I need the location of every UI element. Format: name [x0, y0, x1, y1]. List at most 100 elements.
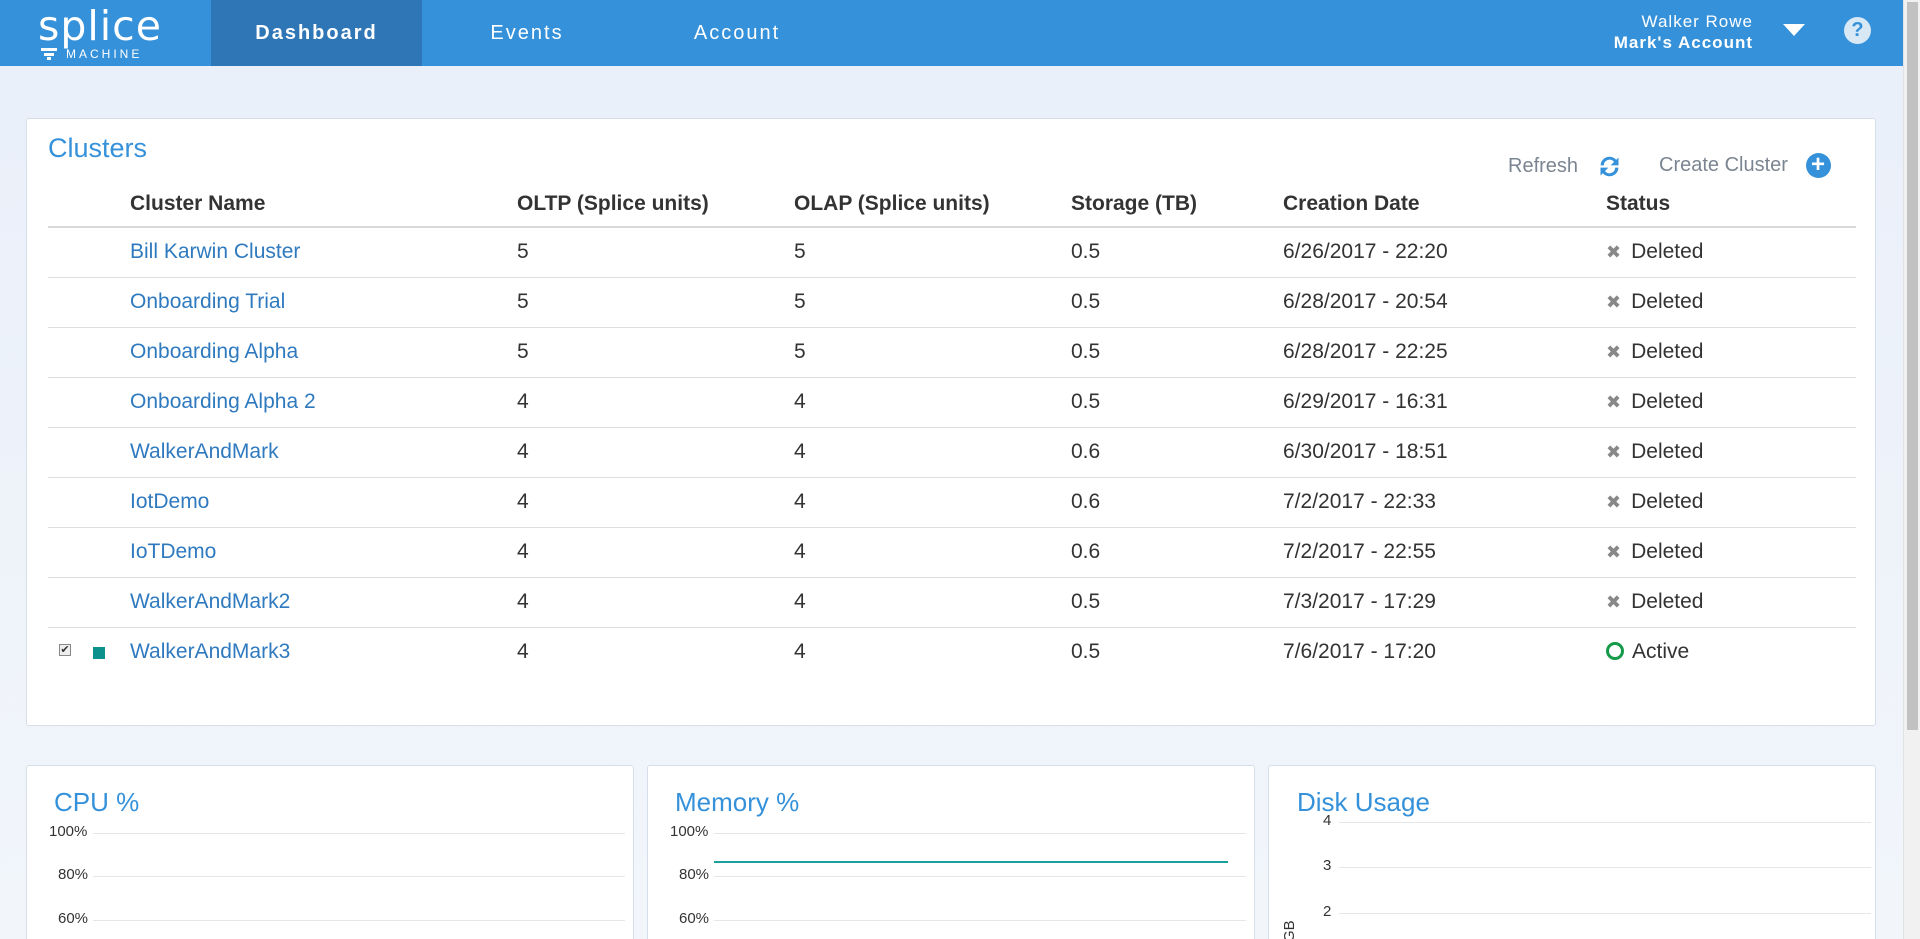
disk-tick-3: 3	[1323, 857, 1332, 874]
top-navbar: splice MACHINE Dashboard Events Account …	[0, 0, 1903, 66]
user-name: Walker Rowe	[1641, 12, 1753, 31]
table-row[interactable]: Onboarding Alpha 2 4 4 0.5 6/29/2017 - 16:31…	[48, 377, 1856, 428]
cluster-name-link[interactable]: Onboarding Alpha 2	[130, 377, 517, 428]
status-text: Deleted	[1631, 390, 1704, 413]
cpu-tick-60: 60%	[58, 910, 89, 927]
creation-date: 6/29/2017 - 16:31	[1283, 377, 1606, 428]
disk-axis-label: GB	[1281, 920, 1298, 939]
row-select-cell	[48, 377, 130, 428]
olap-value: 5	[794, 277, 1071, 328]
tab-dashboard[interactable]: Dashboard	[211, 0, 422, 66]
status-cell: ✖ Deleted	[1606, 377, 1856, 428]
storage-value: 0.5	[1071, 277, 1283, 328]
status-cell: ✖ Deleted	[1606, 227, 1856, 278]
olap-value: 4	[794, 477, 1071, 528]
oltp-value: 5	[517, 327, 794, 378]
refresh-button[interactable]: Refresh	[1508, 153, 1623, 180]
row-select-cell	[48, 427, 130, 478]
chevron-down-icon[interactable]	[1783, 24, 1805, 36]
col-oltp[interactable]: OLTP (Splice units)	[517, 181, 794, 228]
oltp-value: 4	[517, 640, 529, 664]
clusters-table: Cluster Name OLTP (Splice units) OLAP (S…	[48, 181, 1856, 677]
table-row[interactable]: WalkerAndMark2 4 4 0.5 7/3/2017 - 17:29 ✖ Dele…	[48, 577, 1856, 628]
table-header-row: Cluster Name OLTP (Splice units) OLAP (S…	[48, 181, 1856, 228]
table-row[interactable]: Onboarding Trial 5 5 0.5 6/28/2017 - 20:54 ✖ D…	[48, 277, 1856, 328]
olap-value: 4	[794, 427, 1071, 478]
logo-subtext: MACHINE	[66, 47, 143, 61]
oltp-value: 4	[517, 577, 794, 628]
status-text: Deleted	[1631, 540, 1704, 563]
row-select-cell	[48, 477, 130, 528]
olap-value: 5	[794, 327, 1071, 378]
status-text: Deleted	[1631, 340, 1704, 363]
cpu-title: CPU %	[54, 787, 140, 817]
refresh-label: Refresh	[1508, 154, 1579, 177]
storage-value: 0.5	[1071, 640, 1101, 664]
status-cell: ✖ Deleted	[1606, 577, 1856, 628]
account-name: Mark's Account	[1613, 33, 1753, 52]
storage-value: 0.5	[1071, 377, 1283, 428]
col-cluster-name[interactable]: Cluster Name	[130, 181, 517, 228]
storage-value: 0.6	[1071, 527, 1283, 578]
status-text: Deleted	[1631, 590, 1704, 613]
row-checkbox[interactable]: ✔	[59, 643, 71, 656]
table-row[interactable]: IotDemo 4 4 0.6 7/2/2017 - 22:33 ✖ Deleted	[48, 477, 1856, 528]
table-row[interactable]: Bill Karwin Cluster 5 5 0.5 6/26/2017 - 22:2…	[48, 227, 1856, 278]
scrollbar-thumb[interactable]	[1907, 2, 1918, 730]
splice-machine-logo[interactable]: splice MACHINE	[38, 2, 178, 62]
deleted-x-icon: ✖	[1606, 292, 1622, 312]
cluster-name-link[interactable]: WalkerAndMark	[130, 427, 517, 478]
storage-value: 0.5	[1071, 327, 1283, 378]
status-text: Deleted	[1631, 490, 1704, 513]
create-cluster-button[interactable]: Create Cluster +	[1659, 153, 1831, 178]
table-row[interactable]: IoTDemo 4 4 0.6 7/2/2017 - 22:55 ✖ Deleted	[48, 527, 1856, 578]
table-row[interactable]: ✔ WalkerAndMark3 4 4 0.5 7/6/2017 - 17:20 Acti…	[48, 627, 1856, 677]
create-cluster-label: Create Cluster	[1659, 153, 1788, 176]
status-text: Deleted	[1631, 290, 1704, 313]
cluster-name-link[interactable]: WalkerAndMark2	[130, 577, 517, 628]
tab-account[interactable]: Account	[632, 0, 842, 66]
memory-title: Memory %	[675, 787, 800, 817]
col-olap[interactable]: OLAP (Splice units)	[794, 181, 1071, 228]
disk-tick-4: 4	[1323, 812, 1332, 829]
status-cell: Active	[1606, 627, 1856, 677]
table-row[interactable]: WalkerAndMark 4 4 0.6 6/30/2017 - 18:51 ✖ Dele…	[48, 427, 1856, 478]
row-select-cell	[48, 527, 130, 578]
col-status[interactable]: Status	[1606, 181, 1856, 228]
disk-tick-2: 2	[1323, 903, 1332, 920]
memory-series-line	[714, 860, 1228, 863]
user-menu[interactable]: Walker Rowe Mark's Account	[1614, 11, 1753, 53]
cluster-name-link[interactable]: WalkerAndMark3	[130, 627, 517, 677]
cluster-name-link[interactable]: IoTDemo	[130, 527, 517, 578]
row-select-cell	[48, 227, 130, 278]
logo-wordmark: splice	[38, 2, 162, 50]
deleted-x-icon: ✖	[1606, 242, 1622, 263]
cluster-name-link[interactable]: Onboarding Trial	[130, 277, 517, 328]
select-column-header	[48, 181, 130, 228]
deleted-x-icon: ✖	[1606, 442, 1622, 462]
col-creation-date[interactable]: Creation Date	[1283, 181, 1606, 228]
storage-value: 0.6	[1071, 477, 1283, 528]
cluster-name-link[interactable]: Onboarding Alpha	[130, 327, 517, 378]
creation-date: 7/2/2017 - 22:33	[1283, 477, 1606, 528]
cluster-name-link[interactable]: IotDemo	[130, 477, 517, 528]
memory-panel: Memory % 100% 80% 60%	[647, 765, 1255, 939]
oltp-value: 4	[517, 377, 794, 428]
disk-grid-line	[1339, 867, 1871, 868]
help-icon[interactable]: ?	[1844, 17, 1871, 44]
page-scrollbar[interactable]	[1903, 0, 1920, 939]
plus-circle-icon: +	[1805, 153, 1831, 178]
cluster-name-link[interactable]: Bill Karwin Cluster	[130, 227, 517, 278]
oltp-value: 4	[517, 477, 794, 528]
creation-date: 6/26/2017 - 22:20	[1283, 227, 1606, 278]
table-row[interactable]: Onboarding Alpha 5 5 0.5 6/28/2017 - 22:25 ✖ D…	[48, 327, 1856, 378]
storage-value: 0.6	[1071, 427, 1283, 478]
tab-events[interactable]: Events	[422, 0, 632, 66]
status-cell: ✖ Deleted	[1606, 427, 1856, 478]
cpu-grid-line	[93, 876, 625, 877]
row-select-cell	[48, 327, 130, 378]
col-storage[interactable]: Storage (TB)	[1071, 181, 1283, 228]
disk-title: Disk Usage	[1297, 787, 1430, 817]
creation-date: 7/3/2017 - 17:29	[1283, 577, 1606, 628]
cpu-tick-100: 100%	[49, 823, 88, 840]
